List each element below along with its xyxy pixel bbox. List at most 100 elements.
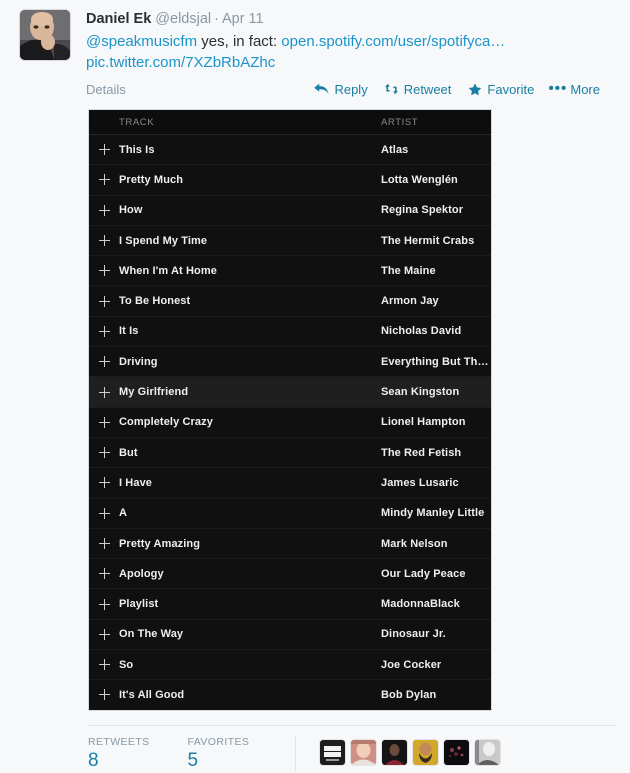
more-label: More [570, 81, 600, 97]
track-artist: Regina Spektor [381, 204, 464, 217]
plus-icon [98, 265, 110, 277]
track-artist: Mark Nelson [381, 537, 448, 550]
favorite-label: Favorite [487, 81, 535, 97]
add-track-button[interactable] [89, 356, 119, 368]
track-artist: Our Lady Peace [381, 567, 466, 580]
plus-icon [98, 174, 110, 186]
playlist-row[interactable]: Pretty Amazing Mark Nelson [89, 528, 491, 560]
pic-twitter-link[interactable]: pic.twitter.com/7XZbRbAZhc [86, 54, 275, 71]
add-track-button[interactable] [89, 295, 119, 307]
playlist-row[interactable]: My Girlfriend Sean Kingston [89, 377, 491, 408]
track-title: How [119, 204, 143, 217]
tweet-stats: RETWEETS 8 FAVORITES 5 [88, 726, 630, 772]
retweets-stat[interactable]: RETWEETS 8 [88, 735, 150, 773]
plus-icon [98, 628, 110, 640]
reply-button[interactable]: Reply [314, 82, 368, 97]
add-track-button[interactable] [89, 538, 119, 549]
plus-icon [98, 477, 110, 489]
add-track-button[interactable] [89, 386, 119, 398]
plus-icon [98, 659, 110, 671]
spotify-playlist-widget[interactable]: TRACK ARTIST This Is Atlas Pretty Much Lott… [88, 109, 492, 711]
playlist-row[interactable]: This Is Atlas [89, 135, 491, 166]
playlist-row[interactable]: Pretty Much Lotta Wenglén [89, 165, 491, 196]
add-track-button[interactable] [89, 659, 119, 671]
add-track-button[interactable] [89, 447, 119, 459]
add-track-button[interactable] [89, 204, 119, 216]
add-track-button[interactable] [89, 265, 119, 277]
track-artist: Dinosaur Jr. [381, 628, 446, 641]
track-title: To Be Honest [119, 295, 191, 308]
playlist-row[interactable]: How Regina Spektor [89, 195, 491, 226]
track-title: Driving [119, 355, 158, 368]
track-artist: The Red Fetish [381, 446, 462, 459]
track-title: Pretty Amazing [119, 537, 201, 550]
add-track-button[interactable] [89, 628, 119, 640]
favorites-stat[interactable]: FAVORITES 5 [188, 735, 250, 773]
add-track-button[interactable] [89, 174, 119, 186]
avatar-speak-music-logo[interactable] [320, 740, 346, 766]
track-artist: MadonnaBlack [381, 598, 460, 611]
add-track-button[interactable] [89, 325, 119, 337]
track-artist: Bob Dylan [381, 688, 437, 701]
tweet-text: @speakmusicfm yes, in fact: open.spotify… [86, 31, 618, 73]
avatar-dark-crowd[interactable] [444, 740, 470, 766]
playlist-row[interactable]: I Spend My Time The Hermit Crabs [89, 225, 491, 257]
track-title: On The Way [119, 628, 184, 641]
playlist-row[interactable]: A Mindy Manley Little [89, 498, 491, 529]
author-line: Daniel Ek @eldsjal · Apr 11 [86, 10, 618, 29]
playlist-row[interactable]: On The Way Dinosaur Jr. [89, 619, 491, 651]
avatar[interactable] [20, 10, 70, 60]
tweet-action-bar: Details Reply Retweet Favorite ••• More [86, 78, 618, 100]
retweets-value: 8 [88, 749, 99, 771]
avatar-dark-portrait[interactable] [382, 740, 408, 766]
add-track-button[interactable] [89, 689, 119, 701]
track-title: A [119, 507, 128, 520]
track-artist: Mindy Manley Little [381, 507, 485, 520]
plus-icon [98, 598, 110, 610]
add-track-button[interactable] [89, 144, 119, 156]
playlist-row[interactable]: Driving Everything But The… [89, 347, 491, 378]
add-track-button[interactable] [89, 235, 119, 247]
track-title: When I'm At Home [119, 264, 217, 277]
playlist-row[interactable]: Playlist MadonnaBlack [89, 589, 491, 620]
add-track-button[interactable] [89, 598, 119, 610]
track-artist: The Hermit Crabs [381, 234, 475, 247]
retweet-button[interactable]: Retweet [384, 82, 451, 97]
playlist-row[interactable]: To Be Honest Armon Jay [89, 286, 491, 317]
track-artist: James Lusaric [381, 476, 459, 489]
avatar-child-portrait[interactable] [351, 740, 377, 766]
playlist-row[interactable]: But The Red Fetish [89, 437, 491, 469]
playlist-row[interactable]: Completely Crazy Lionel Hampton [89, 407, 491, 438]
name-separator: · [214, 11, 219, 27]
playlist-row[interactable]: I Have James Lusaric [89, 468, 491, 499]
add-track-button[interactable] [89, 568, 119, 580]
playlist-row[interactable]: Apology Our Lady Peace [89, 559, 491, 590]
track-title: It Is [119, 325, 139, 338]
reply-arrow-icon [314, 82, 330, 96]
avatar-grayscale-portrait[interactable] [475, 740, 501, 766]
playlist-row[interactable]: It Is Nicholas David [89, 316, 491, 348]
playlist-rows: This Is Atlas Pretty Much Lotta Wenglén How R… [89, 135, 491, 710]
tweet-timestamp[interactable]: Apr 11 [222, 11, 264, 27]
add-track-button[interactable] [89, 416, 119, 428]
plus-icon [98, 325, 110, 337]
more-button[interactable]: ••• More [548, 80, 601, 97]
track-artist: Everything But The… [381, 355, 491, 368]
column-header-track: TRACK [119, 116, 155, 128]
spotify-link[interactable]: open.spotify.com/user/spotifyca… [281, 33, 505, 50]
ellipsis-icon: ••• [548, 80, 568, 97]
details-link[interactable]: Details [86, 82, 126, 97]
author-fullname[interactable]: Daniel Ek [86, 11, 151, 27]
avatar-bearded-man[interactable] [413, 740, 439, 766]
add-track-button[interactable] [89, 477, 119, 489]
favorite-button[interactable]: Favorite [467, 82, 534, 97]
playlist-row[interactable]: So Joe Cocker [89, 650, 491, 681]
plus-icon [98, 386, 110, 398]
add-track-button[interactable] [89, 507, 119, 519]
mention-link[interactable]: @speakmusicfm [86, 33, 197, 50]
plus-icon [98, 689, 110, 701]
track-artist: Joe Cocker [381, 658, 442, 671]
author-handle[interactable]: @eldsjal [155, 11, 211, 27]
playlist-row[interactable]: It's All Good Bob Dylan [89, 680, 491, 710]
playlist-row[interactable]: When I'm At Home The Maine [89, 256, 491, 287]
